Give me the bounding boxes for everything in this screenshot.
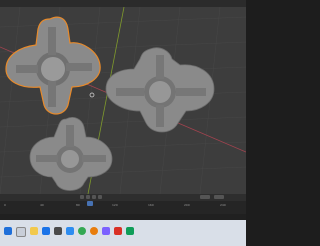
cross-object-bottom[interactable] [29,117,113,191]
top-menu-bar [0,0,246,7]
windows-taskbar [0,220,246,246]
search-icon[interactable] [16,227,26,237]
cross-object-selected[interactable] [5,16,101,115]
blender-icon[interactable] [90,227,98,235]
timeline-controls [0,194,246,201]
ruler-label: 120 [112,203,118,207]
3d-viewport[interactable] [0,7,246,194]
playhead[interactable] [87,201,93,206]
ruler-label: 160 [148,203,154,207]
viewport-scene[interactable] [0,7,246,194]
ruler-label: 80 [76,203,80,207]
app-icon[interactable] [114,227,122,235]
jump-start-button[interactable] [80,195,84,199]
start-icon[interactable] [4,227,12,235]
explorer-icon[interactable] [30,227,38,235]
start-frame-field[interactable] [200,195,210,199]
mail-icon[interactable] [66,227,74,235]
ruler-label: 40 [40,203,44,207]
jump-end-button[interactable] [98,195,102,199]
store-icon[interactable] [54,227,62,235]
ruler-label: 240 [220,203,226,207]
app-icon[interactable] [126,227,134,235]
end-frame-field[interactable] [214,195,224,199]
chrome-icon[interactable] [78,227,86,235]
cross-object-right[interactable] [105,47,215,133]
play-reverse-button[interactable] [86,195,90,199]
ruler-label: 200 [184,203,190,207]
play-button[interactable] [92,195,96,199]
browser-icon[interactable] [42,227,50,235]
ruler-label: 0 [4,203,6,207]
app-icon[interactable] [102,227,110,235]
